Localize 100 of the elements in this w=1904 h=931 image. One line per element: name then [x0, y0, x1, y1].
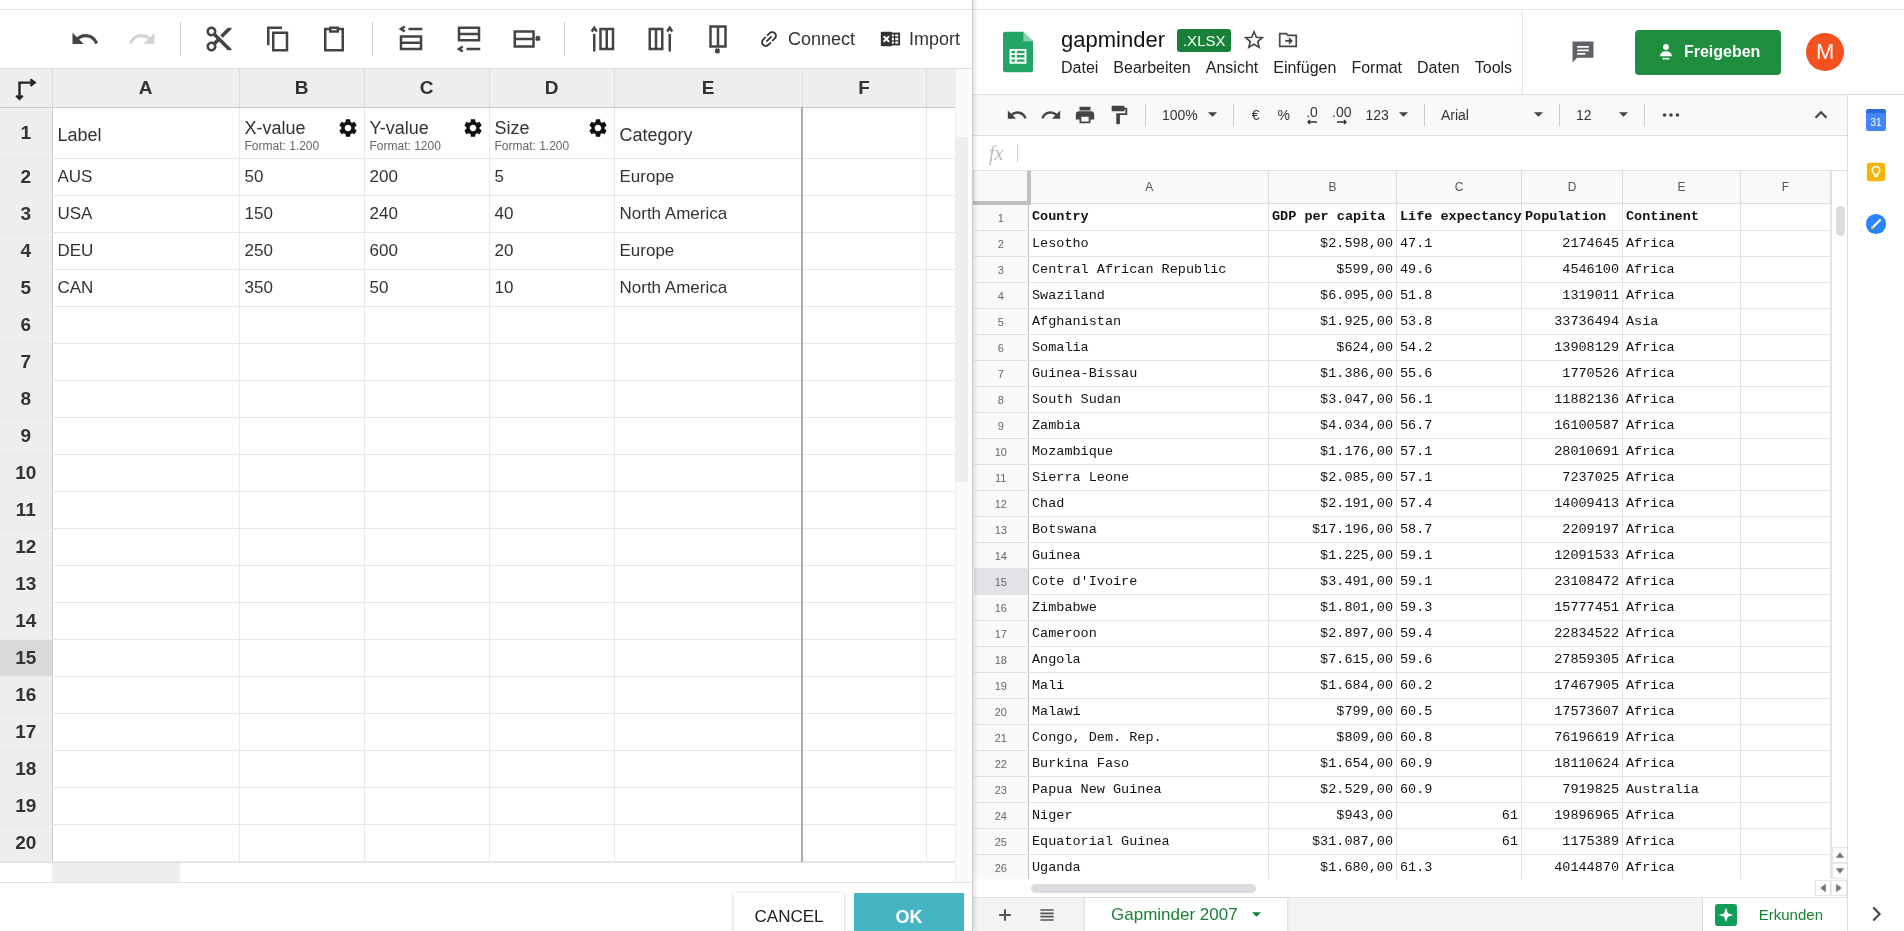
font-dropdown[interactable]: Arial	[1436, 107, 1547, 123]
menu-item[interactable]: Einfügen	[1273, 59, 1337, 77]
format-button[interactable]: %	[1271, 107, 1297, 123]
row-number[interactable]: 12	[0, 528, 52, 566]
row-number[interactable]: 1	[973, 203, 1029, 231]
row-number[interactable]: 26	[973, 854, 1029, 879]
row-number[interactable]: 7	[0, 343, 52, 381]
column-header[interactable]: A	[52, 69, 239, 108]
row-number[interactable]: 3	[973, 256, 1029, 283]
row-number[interactable]: 6	[0, 306, 52, 344]
column-header[interactable]: B	[239, 69, 364, 108]
row-number[interactable]: 15	[0, 639, 52, 677]
menu-item[interactable]: Bearbeiten	[1113, 59, 1191, 77]
scrollbar-thumb[interactable]	[1835, 206, 1845, 236]
row-number[interactable]: 16	[0, 676, 52, 714]
column-header[interactable]: B	[1268, 171, 1397, 203]
row-number[interactable]: 22	[973, 750, 1029, 777]
font-size-dropdown[interactable]: 12	[1571, 107, 1632, 123]
row-number[interactable]: 19	[973, 672, 1029, 699]
column-header[interactable]: E	[614, 69, 802, 108]
star-icon[interactable]	[1243, 29, 1266, 51]
scroll-up-icon[interactable]	[1832, 847, 1847, 863]
row-number[interactable]: 20	[973, 698, 1029, 725]
row-number[interactable]: 14	[973, 542, 1029, 569]
format-label: Format: 1.200	[494, 139, 570, 153]
sheet-tab[interactable]: Gapminder 2007	[1085, 898, 1287, 931]
menu-item[interactable]: Ansicht	[1205, 59, 1259, 77]
column-header[interactable]: F	[802, 69, 926, 108]
scissors-icon[interactable]	[204, 24, 235, 54]
scrollbar-thumb[interactable]	[1031, 883, 1256, 893]
row-number[interactable]: 15	[973, 568, 1029, 595]
row-number[interactable]: 11	[973, 464, 1029, 491]
row-number[interactable]: 18	[0, 750, 52, 788]
column-header[interactable]: C	[364, 69, 489, 108]
row-number[interactable]: 14	[0, 602, 52, 640]
increase-decimals-button[interactable]: .00	[1328, 105, 1356, 125]
row-number[interactable]: 13	[973, 516, 1029, 543]
row-number[interactable]: 17	[0, 713, 52, 751]
menu-item[interactable]: Datei	[1061, 59, 1099, 77]
row-number[interactable]: 2	[0, 158, 52, 196]
import-button[interactable]: Import	[867, 19, 973, 59]
row-number[interactable]: 12	[973, 490, 1029, 517]
row-number[interactable]: 24	[973, 802, 1029, 829]
column-header[interactable]: C	[1396, 171, 1522, 203]
row-number[interactable]: 11	[0, 491, 52, 529]
row-number[interactable]: 9	[0, 417, 52, 455]
tasks-icon[interactable]	[1865, 213, 1887, 235]
scrollbar-thumb[interactable]	[52, 863, 180, 882]
row-number[interactable]: 8	[0, 380, 52, 418]
row-number[interactable]: 13	[0, 565, 52, 603]
row-number[interactable]: 21	[973, 724, 1029, 751]
row-number[interactable]: 10	[0, 454, 52, 492]
row-number[interactable]: 23	[973, 776, 1029, 803]
menu-item[interactable]: Daten	[1417, 59, 1460, 77]
row-number[interactable]: 20	[0, 824, 52, 862]
explore-button[interactable]: Erkunden	[1701, 898, 1847, 931]
settings-icon[interactable]	[461, 117, 484, 139]
spreadsheet-logo-icon[interactable]	[1003, 30, 1033, 74]
share-button[interactable]: Freigeben	[1635, 29, 1782, 75]
row-number[interactable]: 5	[0, 269, 52, 307]
table-cell: 57.1	[1396, 464, 1522, 491]
row-number[interactable]: 5	[973, 308, 1029, 335]
row-number[interactable]: 1	[0, 107, 52, 159]
row-number[interactable]: 9	[973, 412, 1029, 439]
calendar-icon[interactable]: 31	[1866, 109, 1886, 131]
format-button[interactable]: €	[1245, 107, 1266, 123]
row-number[interactable]: 4	[973, 282, 1029, 309]
settings-icon[interactable]	[586, 117, 609, 139]
row-number[interactable]: 4	[0, 232, 52, 270]
cancel-button[interactable]: CANCEL	[734, 893, 844, 931]
row-number[interactable]: 19	[0, 787, 52, 825]
menu-item[interactable]: Tools	[1474, 59, 1513, 77]
row-number[interactable]: 18	[973, 646, 1029, 673]
scroll-right-icon[interactable]	[1831, 880, 1847, 896]
row-number[interactable]: 8	[973, 386, 1029, 413]
row-number[interactable]: 17	[973, 620, 1029, 647]
row-number[interactable]: 25	[973, 828, 1029, 855]
connect-button[interactable]: Connect	[746, 19, 868, 59]
row-number[interactable]: 2	[973, 230, 1029, 257]
row-number[interactable]: 3	[0, 195, 52, 233]
row-number[interactable]: 6	[973, 334, 1029, 361]
menu-item[interactable]: Format	[1351, 59, 1403, 77]
format-dropdown[interactable]: 123	[1361, 107, 1412, 123]
document-title[interactable]: gapminder	[1061, 27, 1165, 53]
decrease-decimals-button[interactable]: .0	[1302, 105, 1323, 125]
row-number[interactable]: 10	[973, 438, 1029, 465]
column-header[interactable]: F	[1740, 171, 1831, 203]
column-header[interactable]: D	[1521, 171, 1623, 203]
column-header[interactable]: A	[1028, 171, 1269, 203]
column-header[interactable]: D	[489, 69, 614, 108]
scroll-left-icon[interactable]	[1815, 880, 1831, 896]
row-number[interactable]: 16	[973, 594, 1029, 621]
table-cell: 33736494	[1521, 308, 1623, 335]
table-cell: 5	[489, 158, 614, 196]
scroll-down-icon[interactable]	[1832, 863, 1847, 879]
column-header[interactable]: E	[1622, 171, 1741, 203]
table-cell: 55.6	[1396, 360, 1522, 387]
row-number[interactable]: 7	[973, 360, 1029, 387]
settings-icon[interactable]	[336, 117, 359, 139]
format-dropdown[interactable]: 100%	[1158, 107, 1221, 123]
